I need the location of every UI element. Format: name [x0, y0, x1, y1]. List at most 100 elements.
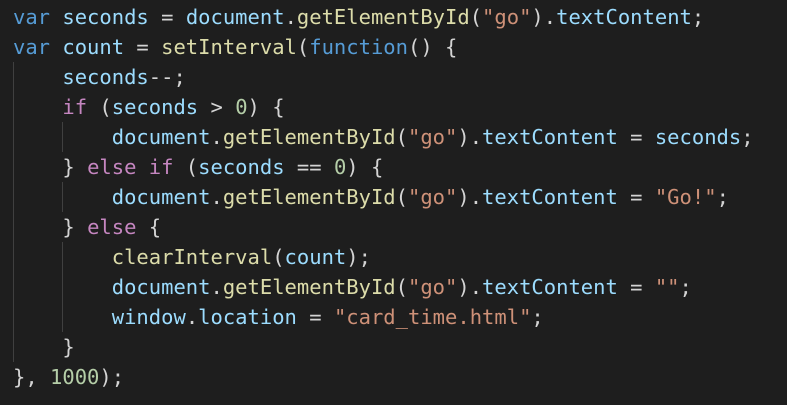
code-token: > — [198, 95, 236, 119]
code-token: --; — [148, 65, 186, 89]
code-token: ( — [395, 185, 408, 209]
code-line-7: document.getElementById("go").textConten… — [13, 182, 729, 212]
code-token: ). — [531, 5, 557, 29]
code-token: ). — [457, 185, 483, 209]
code-token: "go" — [407, 125, 458, 149]
code-line-4: if (seconds > 0) { — [13, 92, 285, 122]
code-token: () { — [407, 35, 458, 59]
code-token: 1000 — [50, 365, 100, 389]
code-token: ( — [296, 35, 310, 59]
code-token: getElementById — [222, 125, 396, 149]
code-token: setInterval — [161, 35, 297, 59]
code-token: else — [87, 155, 137, 179]
code-token: document — [111, 185, 211, 209]
code-token: "go" — [407, 185, 458, 209]
code-token: . — [210, 125, 223, 149]
code-token: ; — [741, 125, 754, 149]
code-token: location — [198, 305, 297, 329]
code-line-2: var count = setInterval(function() { — [13, 32, 457, 62]
code-token: ( — [395, 125, 408, 149]
code-token: count — [62, 35, 125, 59]
code-token: = — [148, 5, 186, 29]
code-token: seconds — [62, 5, 149, 29]
code-token: document — [185, 5, 285, 29]
code-token: = — [296, 305, 334, 329]
code-line-3: seconds--; — [13, 62, 186, 92]
code-token: textContent — [556, 5, 692, 29]
code-token: seconds — [111, 95, 199, 119]
code-token: 0 — [333, 155, 347, 179]
code-token: getElementById — [222, 185, 396, 209]
code-token: getElementById — [222, 275, 396, 299]
code-token: ). — [457, 125, 483, 149]
code-line-5: document.getElementById("go").textConten… — [13, 122, 754, 152]
code-token: = — [617, 275, 655, 299]
code-token: ) { — [247, 95, 285, 119]
code-token: if — [148, 155, 174, 179]
code-token: = — [617, 125, 655, 149]
code-line-12: } — [13, 332, 75, 362]
code-line-6: } else if (seconds == 0) { — [13, 152, 383, 182]
code-token: . — [210, 275, 223, 299]
code-token: seconds — [198, 155, 285, 179]
code-token: if — [62, 95, 88, 119]
code-token: ) { — [346, 155, 384, 179]
code-token: } — [13, 155, 88, 179]
code-token: } — [13, 335, 75, 359]
code-token: . — [284, 5, 297, 29]
code-token: }, — [13, 365, 51, 389]
code-token: ( — [395, 275, 408, 299]
code-token: textContent — [482, 275, 618, 299]
code-token: "go" — [482, 5, 532, 29]
code-line-10: document.getElementById("go").textConten… — [13, 272, 692, 302]
code-editor[interactable]: var seconds = document.getElementById("g… — [0, 0, 787, 405]
code-token: . — [210, 185, 223, 209]
code-token: textContent — [482, 185, 618, 209]
code-line-11: window.location = "card_time.html"; — [13, 302, 544, 332]
code-token: getElementById — [296, 5, 470, 29]
code-token: ; — [716, 185, 729, 209]
code-token: = — [617, 185, 655, 209]
code-token: var — [13, 5, 51, 29]
code-token: ( — [272, 245, 285, 269]
code-token: 0 — [235, 95, 248, 119]
code-token: "" — [654, 275, 680, 299]
code-token: count — [284, 245, 347, 269]
code-line-9: clearInterval(count); — [13, 242, 371, 272]
code-token: var — [13, 35, 51, 59]
code-token: else — [87, 215, 137, 239]
code-token: seconds — [62, 65, 149, 89]
code-line-8: } else { — [13, 212, 161, 242]
code-token: function — [309, 35, 408, 59]
code-token: { — [136, 215, 162, 239]
code-token: ); — [99, 365, 125, 389]
code-line-1: var seconds = document.getElementById("g… — [13, 2, 704, 32]
code-line-13: }, 1000); — [13, 362, 124, 392]
code-token: } — [13, 215, 88, 239]
code-token: ( — [87, 95, 112, 119]
code-token: seconds — [654, 125, 742, 149]
code-token: ( — [173, 155, 199, 179]
code-token: == — [284, 155, 334, 179]
code-token: ; — [531, 305, 544, 329]
code-token: textContent — [482, 125, 618, 149]
code-token: "card_time.html" — [333, 305, 532, 329]
code-token: = — [124, 35, 162, 59]
code-token: ; — [679, 275, 692, 299]
code-token: . — [185, 305, 199, 329]
code-token: document — [111, 125, 211, 149]
code-token: ( — [469, 5, 483, 29]
code-token: "Go!" — [654, 185, 717, 209]
code-token: clearInterval — [111, 245, 273, 269]
code-token: document — [111, 275, 211, 299]
